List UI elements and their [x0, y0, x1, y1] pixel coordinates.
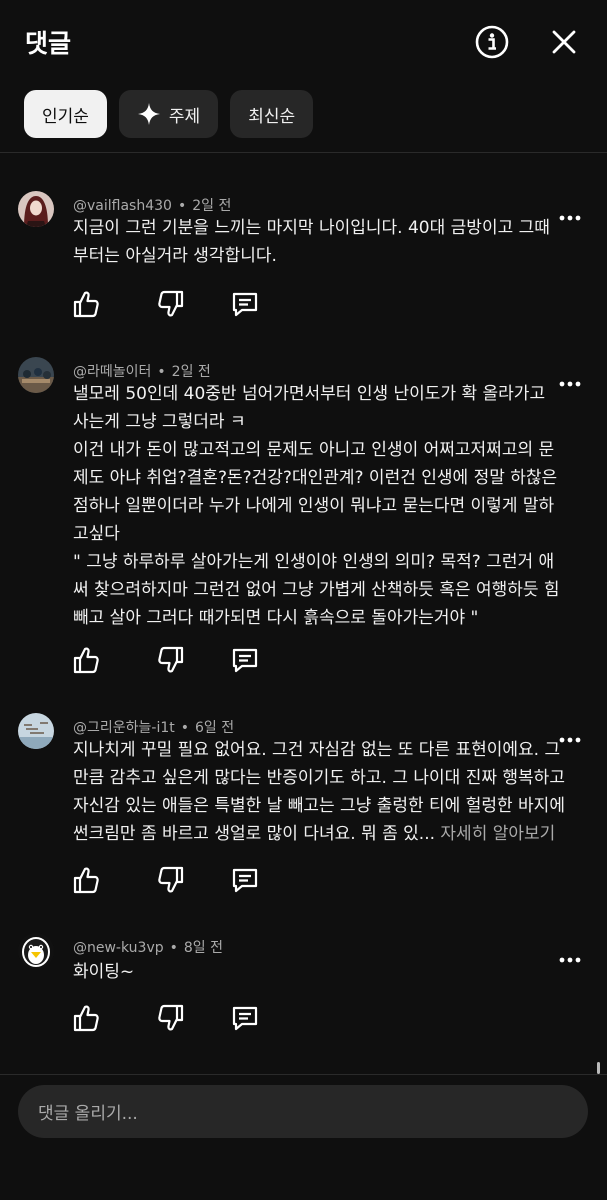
- comment-author[interactable]: @new-ku3vp: [73, 940, 164, 956]
- comment-time[interactable]: 2일 전: [172, 364, 211, 380]
- comment-text: 지금이 그런 기분을 느끼는 마지막 나이입니다. 40대 금방이고 그때 부터…: [73, 218, 550, 266]
- comment-input[interactable]: 댓글 올리기...: [18, 1085, 588, 1138]
- comment-meta: @vailflash430 • 2일 전: [73, 198, 232, 214]
- comment-meta: @라떼놀이터 • 2일 전: [73, 364, 211, 380]
- thumbs-down-icon[interactable]: [158, 1004, 184, 1032]
- close-icon[interactable]: [546, 24, 582, 60]
- comment-meta: @그리운하늘-i1t • 6일 전: [73, 720, 235, 736]
- thumbs-up-icon[interactable]: [73, 866, 99, 894]
- reply-icon[interactable]: [232, 866, 258, 894]
- sort-chips: 인기순 주제 최신순: [24, 90, 314, 138]
- comment-list[interactable]: @vailflash430 • 2일 전 지금이 그런 기분을 느끼는 마지막 나이…: [0, 152, 607, 1074]
- tab-topics[interactable]: 주제: [118, 90, 219, 138]
- more-vertical-icon[interactable]: [559, 949, 581, 963]
- comment-time[interactable]: 6일 전: [195, 720, 234, 736]
- avatar[interactable]: [18, 713, 54, 749]
- comment-input-placeholder: 댓글 올리기...: [38, 1104, 138, 1124]
- thumbs-down-icon[interactable]: [158, 646, 184, 674]
- avatar[interactable]: [18, 191, 54, 227]
- thumbs-down-icon[interactable]: [158, 290, 184, 318]
- comment-author[interactable]: @그리운하늘-i1t: [73, 720, 175, 736]
- read-more-link[interactable]: 자세히 알아보기: [440, 824, 555, 844]
- reply-icon[interactable]: [232, 290, 258, 318]
- thumbs-up-icon[interactable]: [73, 646, 99, 674]
- thumbs-up-icon[interactable]: [73, 290, 99, 318]
- tab-newest[interactable]: 최신순: [230, 90, 314, 138]
- comment-time[interactable]: 2일 전: [192, 198, 231, 214]
- comment-time[interactable]: 8일 전: [184, 940, 223, 956]
- tab-popular[interactable]: 인기순: [24, 90, 107, 138]
- tab-popular-label: 인기순: [42, 106, 89, 127]
- reply-icon[interactable]: [232, 646, 258, 674]
- thumbs-up-icon[interactable]: [73, 1004, 99, 1032]
- comment-text: 화이팅~: [73, 962, 135, 982]
- comment-text: 낼모레 50인데 40중반 넘어가면서부터 인생 난이도가 확 올라가고 사는게…: [73, 384, 560, 628]
- sparkle-icon: [137, 103, 160, 125]
- thumbs-down-icon[interactable]: [158, 866, 184, 894]
- scrollbar-thumb[interactable]: [597, 1062, 600, 1074]
- comment-author[interactable]: @vailflash430: [73, 198, 172, 214]
- tab-topics-label: 주제: [168, 106, 201, 127]
- comment-author[interactable]: @라떼놀이터: [73, 364, 151, 380]
- divider: [0, 1074, 607, 1075]
- comment-meta: @new-ku3vp • 8일 전: [73, 940, 224, 956]
- reply-icon[interactable]: [232, 1004, 258, 1032]
- tab-newest-label: 최신순: [248, 106, 296, 127]
- avatar[interactable]: [18, 933, 54, 969]
- comments-header: 댓글: [0, 0, 607, 82]
- avatar[interactable]: [18, 357, 54, 393]
- page-title: 댓글: [25, 29, 72, 58]
- comment-text: 지나치게 꾸밀 필요 없어요. 그건 자심감 없는 또 다른 표현이에요. 그 …: [73, 736, 567, 848]
- info-icon[interactable]: [474, 24, 510, 60]
